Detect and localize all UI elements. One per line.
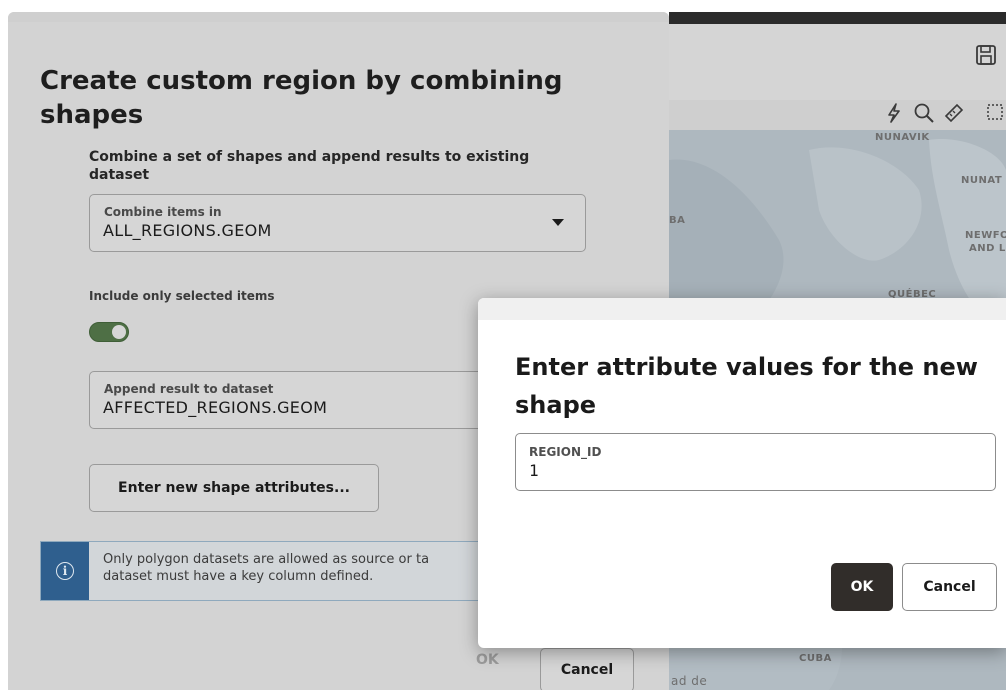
- toggle-knob: [112, 325, 126, 339]
- map-label-cuba: CUBA: [799, 653, 832, 664]
- dialog-drag-bar[interactable]: [8, 12, 669, 22]
- map-label-ba: BA: [669, 215, 686, 226]
- info-banner: i Only polygon datasets are allowed as s…: [40, 541, 500, 601]
- map-label-newfoundland: NEWFO: [965, 230, 1006, 241]
- attribute-dialog-title: Enter attribute values for the new shape: [515, 353, 978, 419]
- cancel-button[interactable]: Cancel: [540, 648, 634, 690]
- ok-button[interactable]: OK: [476, 652, 499, 668]
- combine-items-select[interactable]: Combine items in ALL_REGIONS.GEOM: [89, 194, 586, 252]
- map-label-nunavik: NUNAVIK: [875, 132, 930, 143]
- info-message-line-2: dataset must have a key column defined.: [103, 569, 374, 584]
- region-id-label: REGION_ID: [529, 445, 602, 459]
- info-message-line-1: Only polygon datasets are allowed as sou…: [103, 552, 430, 567]
- region-id-value: 1: [529, 461, 539, 480]
- include-selected-toggle[interactable]: [89, 322, 129, 342]
- ruler-icon[interactable]: [943, 102, 965, 124]
- dialog-title: Create custom region by combining shapes: [40, 66, 563, 130]
- combine-items-label: Combine items in: [104, 205, 222, 219]
- select-area-icon[interactable]: [985, 102, 1006, 124]
- chevron-down-icon: [552, 219, 564, 226]
- save-icon[interactable]: [975, 44, 997, 66]
- lightning-icon[interactable]: [883, 102, 905, 124]
- map-header: [669, 24, 1006, 112]
- search-icon[interactable]: [913, 102, 935, 124]
- include-selected-label: Include only selected items: [89, 289, 275, 303]
- map-label-and-labrador: AND L: [969, 243, 1006, 254]
- attribute-cancel-button[interactable]: Cancel: [902, 563, 997, 611]
- info-message: Only polygon datasets are allowed as sou…: [103, 551, 503, 585]
- map-label-nunat: NUNAT: [961, 175, 1003, 186]
- enter-shape-attributes-button[interactable]: Enter new shape attributes...: [89, 464, 379, 512]
- append-dataset-label: Append result to dataset: [104, 382, 274, 396]
- dialog-subtitle: Combine a set of shapes and append resul…: [89, 149, 530, 183]
- top-bar: [669, 12, 1006, 24]
- info-stripe: i: [41, 542, 89, 600]
- combine-items-value: ALL_REGIONS.GEOM: [103, 221, 272, 240]
- attribute-ok-button[interactable]: OK: [831, 563, 893, 611]
- dialog-drag-bar[interactable]: [478, 298, 1006, 320]
- region-id-field[interactable]: REGION_ID 1: [515, 433, 996, 491]
- append-dataset-value: AFFECTED_REGIONS.GEOM: [103, 398, 328, 417]
- attribute-values-dialog: Enter attribute values for the new shape…: [478, 298, 1006, 648]
- map-label-partial: ad de: [671, 674, 708, 688]
- info-icon: i: [56, 562, 74, 580]
